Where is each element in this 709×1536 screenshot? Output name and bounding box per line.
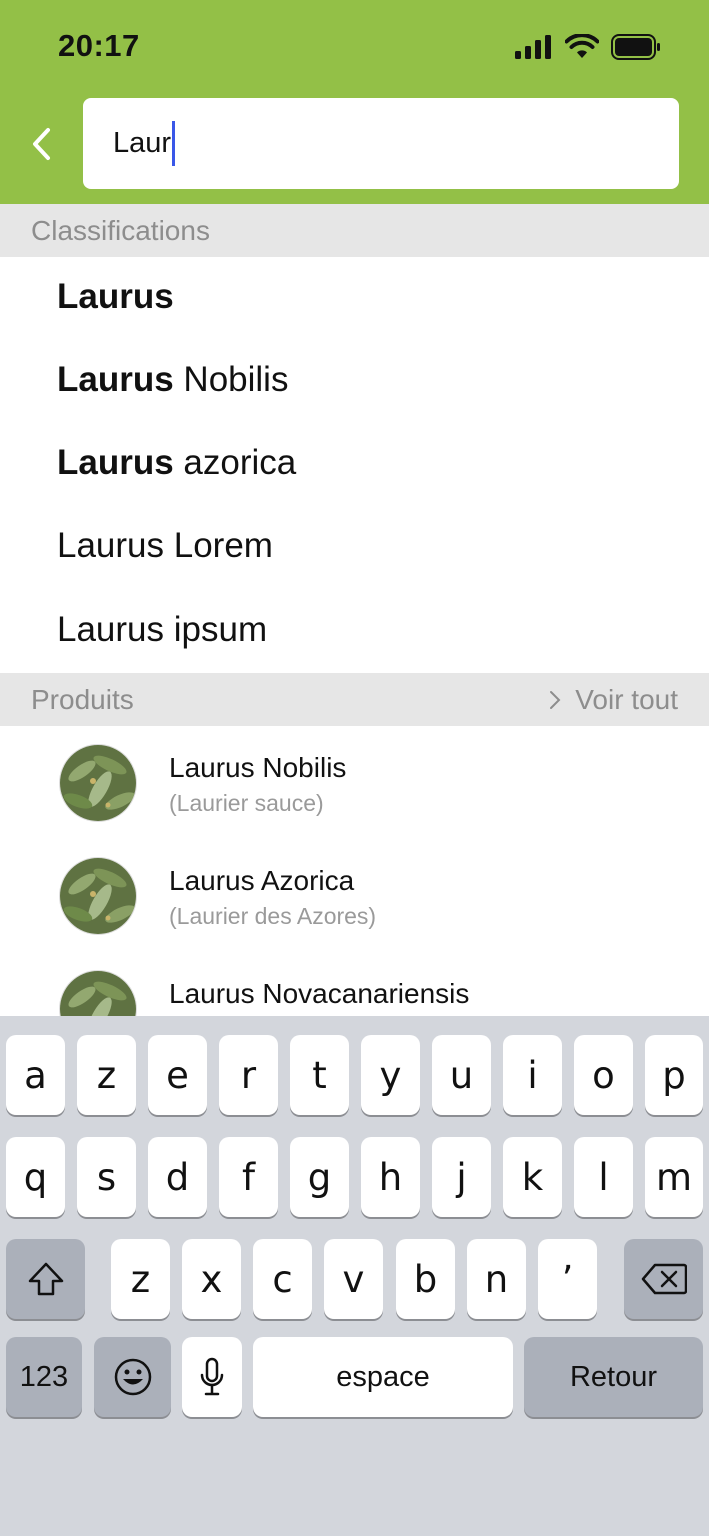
numbers-key[interactable]: 123 (6, 1337, 82, 1417)
app-header: 20:17 Laur (0, 0, 709, 204)
key-h[interactable]: h (361, 1137, 420, 1217)
classification-rest: Laurus ipsum (57, 610, 268, 649)
product-name: Laurus Nobilis (169, 752, 347, 783)
key-g[interactable]: g (290, 1137, 349, 1217)
classification-match: Laurus (57, 443, 174, 482)
key-c[interactable]: c (253, 1239, 312, 1319)
products-title: Produits (31, 683, 134, 715)
classification-item[interactable]: Laurus azorica (57, 433, 296, 493)
chevron-right-icon (550, 690, 561, 709)
shift-icon (28, 1262, 63, 1296)
classifications-title: Classifications (31, 214, 210, 246)
see-all-label: Voir tout (575, 683, 678, 715)
key-e[interactable]: e (148, 1035, 207, 1115)
product-thumbnail (59, 857, 137, 935)
status-time: 20:17 (58, 28, 140, 63)
on-screen-keyboard: a z e r t y u i o p q s d f g h j k l m … (0, 1016, 709, 1536)
key-a[interactable]: a (6, 1035, 65, 1115)
search-input[interactable]: Laur (83, 98, 679, 189)
classification-rest: Laurus Lorem (57, 526, 273, 565)
product-item[interactable]: Laurus Azorica (Laurier des Azores) (0, 857, 709, 957)
status-icons (515, 32, 661, 62)
key-v[interactable]: v (324, 1239, 383, 1319)
shift-key[interactable] (6, 1239, 85, 1319)
key-t[interactable]: t (290, 1035, 349, 1115)
key-q[interactable]: q (6, 1137, 65, 1217)
key-z[interactable]: z (77, 1035, 136, 1115)
back-button[interactable] (22, 118, 62, 170)
classifications-header: Classifications (0, 204, 709, 257)
backspace-icon (641, 1263, 687, 1295)
wifi-icon (565, 34, 599, 58)
key-j[interactable]: j (432, 1137, 491, 1217)
key-n[interactable]: n (467, 1239, 526, 1319)
product-thumbnail (59, 744, 137, 822)
dictation-key[interactable] (182, 1337, 242, 1417)
key-z-lower[interactable]: z (111, 1239, 170, 1319)
key-k[interactable]: k (503, 1137, 562, 1217)
key-f[interactable]: f (219, 1137, 278, 1217)
signal-icon (515, 35, 551, 59)
key-b[interactable]: b (396, 1239, 455, 1319)
classification-item[interactable]: Laurus Nobilis (57, 350, 288, 410)
classification-item[interactable]: Laurus (57, 267, 174, 327)
product-item[interactable]: Laurus Nobilis (Laurier sauce) (0, 744, 709, 844)
classification-item[interactable]: Laurus ipsum (57, 600, 267, 660)
key-apostrophe[interactable]: ʼ (538, 1239, 597, 1319)
key-l[interactable]: l (574, 1137, 633, 1217)
key-u[interactable]: u (432, 1035, 491, 1115)
microphone-icon (200, 1357, 224, 1396)
delete-key[interactable] (624, 1239, 703, 1319)
key-m[interactable]: m (645, 1137, 703, 1217)
key-y[interactable]: y (361, 1035, 420, 1115)
return-key[interactable]: Retour (524, 1337, 703, 1417)
key-p[interactable]: p (645, 1035, 703, 1115)
battery-icon (611, 34, 660, 60)
key-s[interactable]: s (77, 1137, 136, 1217)
key-r[interactable]: r (219, 1035, 278, 1115)
emoji-key[interactable] (94, 1337, 171, 1417)
product-common-name: (Laurier des Azores) (169, 903, 377, 929)
key-d[interactable]: d (148, 1137, 207, 1217)
emoji-icon (114, 1358, 151, 1396)
search-input-value: Laur (113, 127, 172, 159)
products-header: Produits Voir tout (0, 673, 709, 726)
classification-rest: Nobilis (173, 360, 289, 399)
classification-rest: azorica (173, 443, 297, 482)
key-i[interactable]: i (503, 1035, 562, 1115)
text-caret (172, 121, 176, 166)
key-o[interactable]: o (574, 1035, 633, 1115)
key-x[interactable]: x (182, 1239, 241, 1319)
space-key[interactable]: espace (253, 1337, 513, 1417)
product-name: Laurus Novacanariensis (169, 978, 470, 1009)
see-all-link[interactable]: Voir tout (549, 684, 678, 716)
chevron-left-icon (33, 128, 50, 160)
classification-item[interactable]: Laurus Lorem (57, 516, 273, 576)
product-name: Laurus Azorica (169, 865, 355, 896)
classification-match: Laurus (57, 360, 174, 399)
product-common-name: (Laurier sauce) (169, 790, 324, 816)
classification-match: Laurus (57, 277, 174, 316)
